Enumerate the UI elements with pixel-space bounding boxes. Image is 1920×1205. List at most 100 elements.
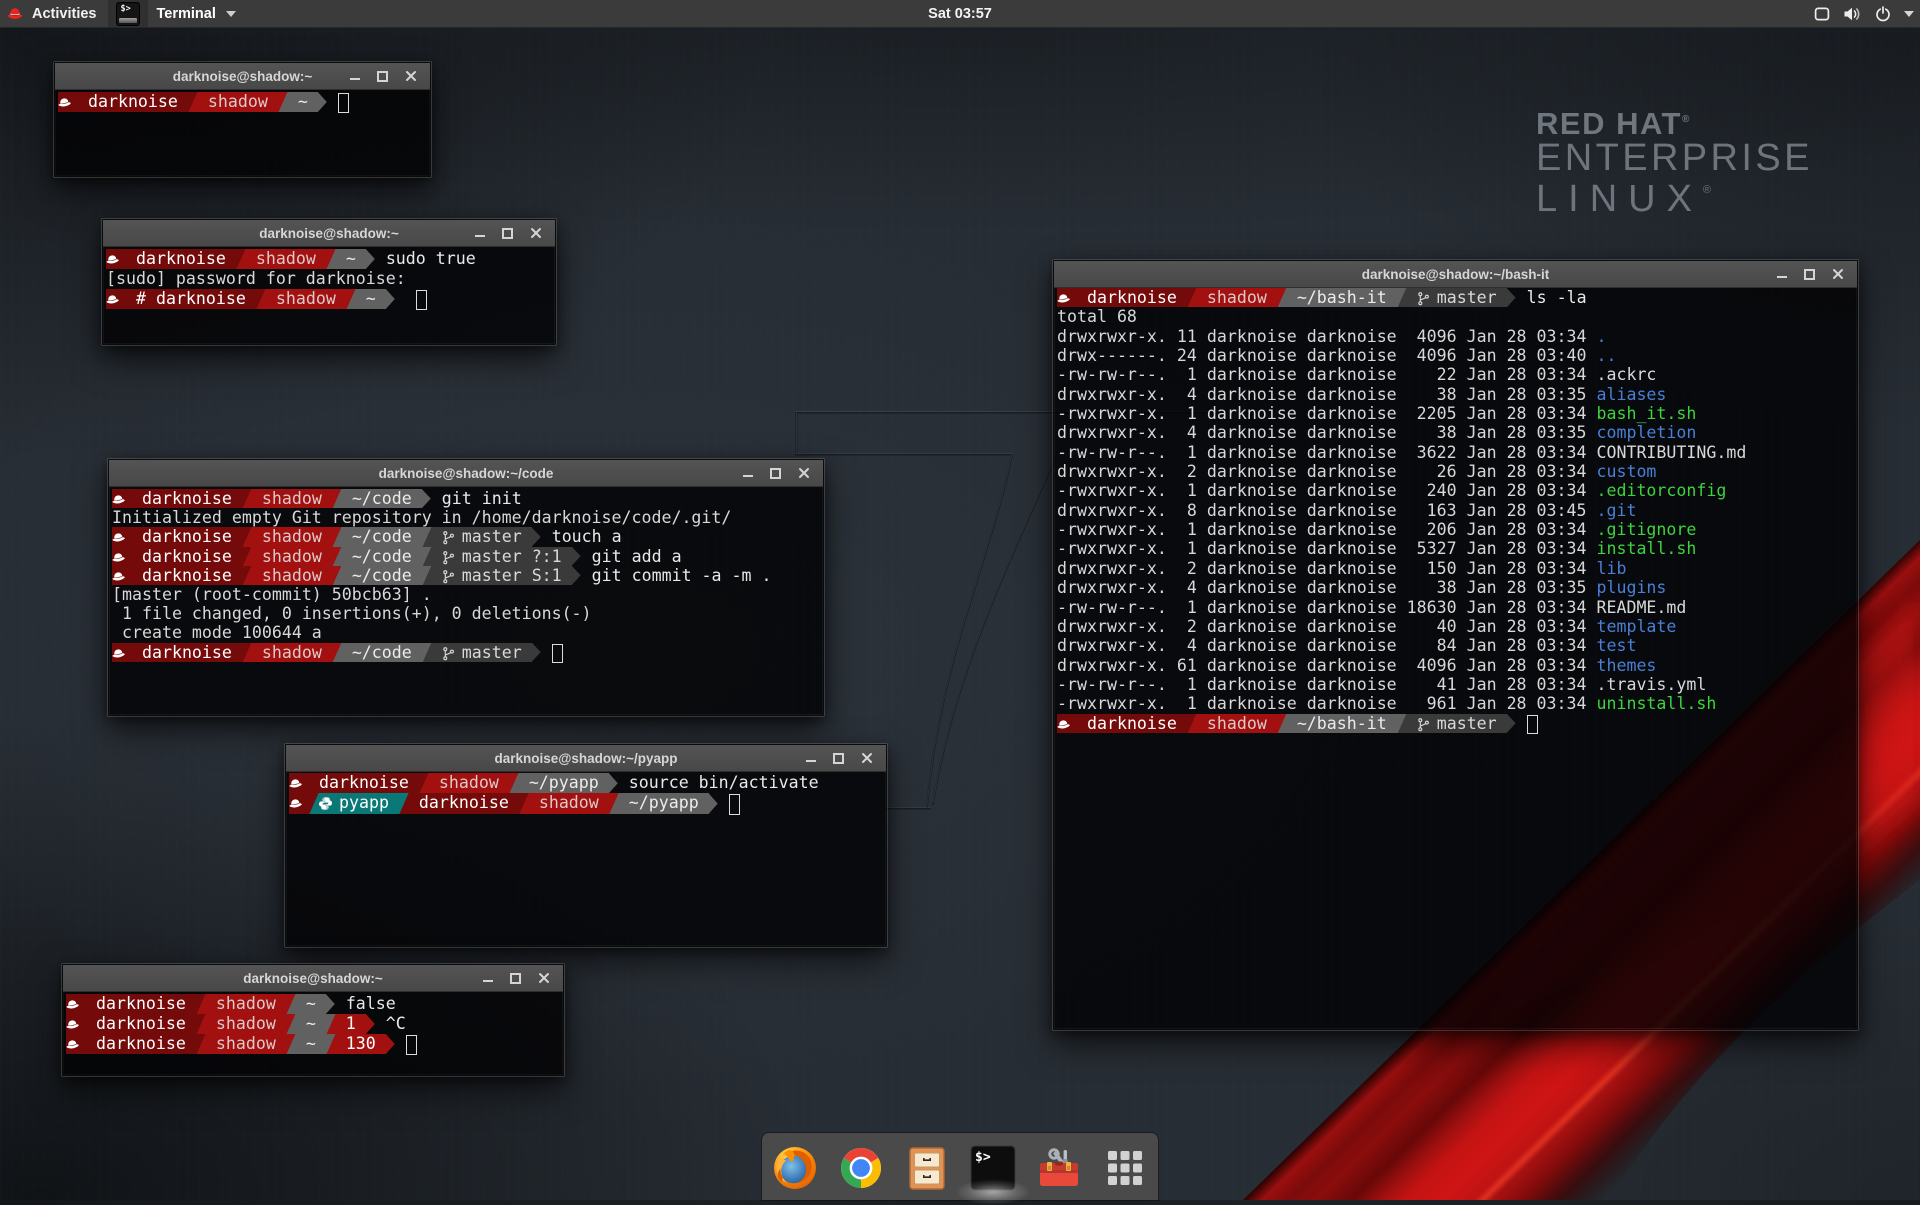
window-titlebar[interactable]: darknoise@shadow:~	[103, 220, 555, 247]
terminal-line: pyapp darknoise shadow ~/pyapp	[289, 793, 885, 813]
maximize-button[interactable]	[1802, 267, 1817, 282]
close-icon	[538, 972, 550, 984]
terminal-text: drwxrwxr-x. 4 darknoise darknoise 38 Jan…	[1057, 578, 1596, 597]
terminal-line: [sudo] password for darknoise:	[106, 269, 554, 289]
window-title: darknoise@shadow:~	[243, 971, 383, 986]
terminal-text: -rw-rw-r--. 1 darknoise darknoise 3622 J…	[1057, 443, 1596, 462]
prompt-segment-user: darknoise	[122, 643, 242, 662]
minimize-button[interactable]	[803, 751, 818, 766]
terminal-text: -rw-rw-r--. 1 darknoise darknoise 41 Jan…	[1057, 675, 1596, 694]
caret-down-icon	[226, 11, 236, 17]
minimize-button[interactable]	[480, 971, 495, 986]
prompt-segment-host: shadow	[206, 994, 286, 1014]
clock[interactable]: Sat 03:57	[0, 0, 1920, 27]
terminal-text: custom	[1596, 462, 1656, 481]
close-button[interactable]	[528, 226, 543, 241]
prompt-segment-git: master	[452, 643, 532, 662]
app-menu[interactable]: $> Terminal	[108, 0, 245, 27]
close-button[interactable]	[1830, 267, 1845, 282]
prompt-segment-user	[58, 92, 68, 112]
powerline-separator	[519, 793, 529, 813]
powerline-arrow	[709, 793, 719, 813]
window-titlebar[interactable]: darknoise@shadow:~/code	[109, 460, 823, 487]
terminal-line: Initialized empty Git repository in /hom…	[112, 508, 822, 527]
minimize-button[interactable]	[347, 69, 362, 84]
terminal-window-sudo: darknoise@shadow:~ darknoise shadow ~ su…	[102, 219, 556, 345]
terminal-app-icon: $>	[116, 2, 140, 26]
minimize-button[interactable]	[1774, 267, 1789, 282]
powerline-separator	[509, 773, 519, 793]
terminal-line: drwxrwxr-x. 61 darknoise darknoise 4096 …	[1057, 656, 1856, 675]
close-button[interactable]	[859, 751, 874, 766]
git-branch-icon	[441, 530, 456, 545]
prompt-segment-path: ~/code	[342, 547, 422, 566]
minimize-button[interactable]	[740, 466, 755, 481]
prompt-segment-git: master S:1	[452, 566, 572, 585]
terminal-content[interactable]: darknoise shadow ~/pyapp source bin/acti…	[287, 772, 885, 945]
terminal-text: [sudo] password for darknoise:	[106, 269, 406, 289]
terminal-line: darknoise shadow ~/code master S:1 git c…	[112, 566, 822, 585]
terminal-cursor	[729, 794, 740, 814]
powerline-separator	[256, 289, 266, 309]
terminal-text: sudo true	[386, 249, 476, 269]
window-titlebar[interactable]: darknoise@shadow:~	[55, 63, 430, 90]
maximize-button[interactable]	[500, 226, 515, 241]
terminal-content[interactable]: darknoise shadow ~ false darknoise shado…	[64, 992, 562, 1074]
window-titlebar[interactable]: darknoise@shadow:~/pyapp	[286, 745, 886, 772]
maximize-button[interactable]	[831, 751, 846, 766]
terminal-cursor	[552, 644, 563, 663]
terminal-line: total 68	[1057, 307, 1856, 326]
terminal-text: ls -la	[1527, 288, 1587, 307]
powerline-separator	[346, 289, 356, 309]
terminal-content[interactable]: darknoise shadow ~ sudo true[sudo] passw…	[104, 247, 554, 343]
system-tray[interactable]	[1814, 0, 1914, 27]
window-titlebar[interactable]: darknoise@shadow:~/bash-it	[1054, 261, 1857, 288]
prompt-segment-host: shadow	[198, 92, 278, 112]
dock-chrome[interactable]	[837, 1144, 885, 1192]
terminal-content[interactable]: darknoise shadow ~/code git initInitiali…	[110, 487, 822, 714]
prompt-segment-git	[442, 566, 452, 585]
close-button[interactable]	[403, 69, 418, 84]
git-branch-icon	[441, 569, 456, 584]
prompt-segment-user	[106, 289, 116, 309]
dock-files[interactable]	[903, 1144, 951, 1192]
terminal-text	[542, 643, 552, 662]
maximize-button[interactable]	[375, 69, 390, 84]
dock-toolbox[interactable]	[1035, 1144, 1083, 1192]
terminal-line: drwxrwxr-x. 2 darknoise darknoise 26 Jan…	[1057, 462, 1856, 481]
close-button[interactable]	[796, 466, 811, 481]
terminal-content[interactable]: darknoise shadow ~	[56, 90, 429, 175]
powerline-separator	[242, 547, 252, 566]
terminal-content[interactable]: darknoise shadow ~/bash-it master ls -la…	[1055, 288, 1856, 1028]
fedora-icon	[288, 796, 303, 811]
terminal-line: [master (root-commit) 50bcb63] .	[112, 585, 822, 604]
terminal-text: uninstall.sh	[1596, 694, 1716, 713]
maximize-button[interactable]	[768, 466, 783, 481]
prompt-segment-path: ~/pyapp	[619, 793, 709, 813]
terminal-line: -rw-rw-r--. 1 darknoise darknoise 22 Jan…	[1057, 365, 1856, 384]
window-titlebar[interactable]: darknoise@shadow:~	[63, 965, 563, 992]
terminal-text: drwxrwxr-x. 2 darknoise darknoise 26 Jan…	[1057, 462, 1596, 481]
close-button[interactable]	[536, 971, 551, 986]
prompt-segment-host: shadow	[1197, 714, 1277, 733]
powerline-arrow	[366, 249, 376, 269]
terminal-text	[1517, 288, 1527, 307]
prompt-segment-host: shadow	[252, 527, 332, 546]
dock-app-grid[interactable]	[1101, 1144, 1149, 1192]
terminal-line: drwxrwxr-x. 4 darknoise darknoise 38 Jan…	[1057, 423, 1856, 442]
git-branch-icon	[1416, 291, 1431, 306]
prompt-segment-user	[289, 773, 299, 793]
prompt-segment-git: master	[1427, 714, 1507, 733]
terminal-window-code: darknoise@shadow:~/code darknoise shadow…	[108, 459, 824, 716]
activities-button[interactable]: Activities	[0, 0, 108, 27]
powerline-arrow	[386, 289, 396, 309]
terminal-window-small-top: darknoise@shadow:~ darknoise shadow ~	[54, 62, 431, 177]
dock-firefox[interactable]	[771, 1144, 819, 1192]
prompt-segment-git: master	[1427, 288, 1507, 307]
terminal-text: git commit -a -m .	[592, 566, 772, 585]
maximize-button[interactable]	[508, 971, 523, 986]
minimize-button[interactable]	[472, 226, 487, 241]
prompt-segment-path: ~	[288, 92, 318, 112]
prompt-segment-host: shadow	[529, 793, 609, 813]
dock-terminal[interactable]: $>	[969, 1144, 1017, 1192]
